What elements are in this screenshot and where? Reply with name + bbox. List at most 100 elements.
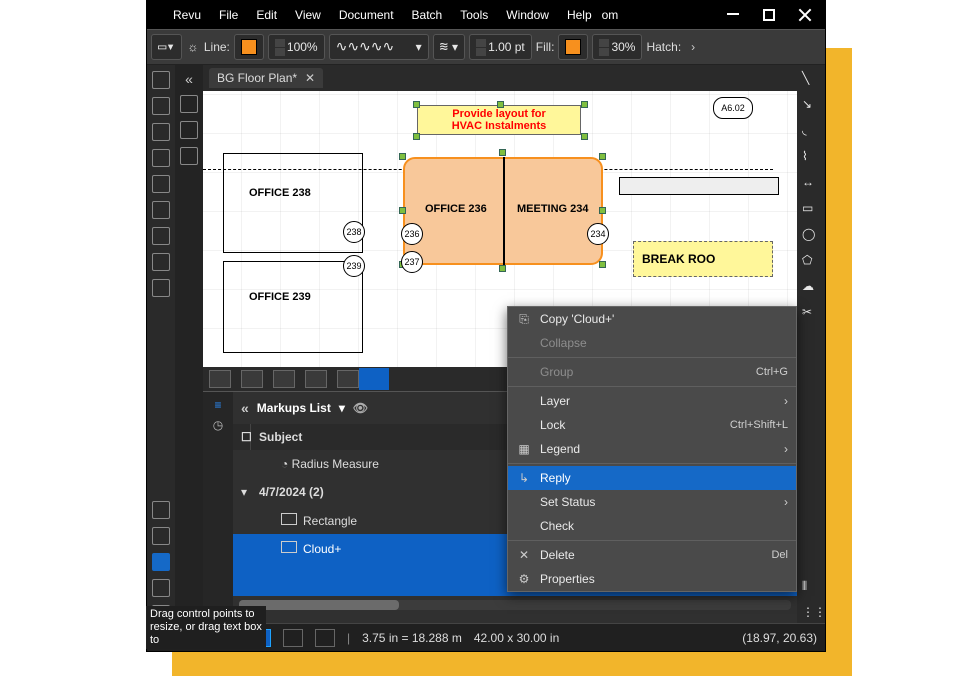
collapse-left-panel[interactable]: « [185, 71, 193, 87]
ellipse-tool-icon[interactable]: ◯ [802, 227, 820, 245]
menu-batch[interactable]: Batch [412, 8, 443, 22]
bookmarks-panel-button[interactable] [152, 123, 170, 141]
maximize-button[interactable] [763, 9, 775, 21]
arrow-tool-icon[interactable]: ↘ [802, 97, 820, 115]
markups-visibility-icon[interactable]: 👁 [353, 401, 368, 415]
markups-dropdown-icon[interactable]: ▾ [339, 401, 345, 415]
ctx-copy[interactable]: ⎘Copy 'Cloud+' [508, 307, 796, 331]
spaces-panel-button[interactable] [152, 201, 170, 219]
crop-tool-icon[interactable]: ✂ [802, 305, 820, 323]
compare-button[interactable] [337, 370, 359, 388]
line-tool-icon[interactable]: ╲ [802, 71, 820, 89]
line-color-picker[interactable] [234, 34, 264, 60]
ctx-collapse: Collapse [508, 331, 796, 355]
single-page-button[interactable] [209, 370, 231, 388]
ctx-properties[interactable]: ⚙Properties [508, 567, 796, 591]
selected-view-indicator [359, 368, 389, 390]
ctx-check[interactable]: Check [508, 514, 796, 538]
split-vertical-button[interactable] [241, 370, 263, 388]
search-button[interactable] [152, 553, 170, 571]
places-panel-button[interactable] [152, 175, 170, 193]
thumbnails-panel-button[interactable] [152, 71, 170, 89]
document-tab[interactable]: BG Floor Plan* ✕ [209, 68, 323, 88]
calibrate-tool-icon[interactable]: ⫴ [802, 579, 820, 597]
ctx-legend[interactable]: ▦Legend› [508, 437, 796, 461]
layers-panel-button[interactable] [152, 149, 170, 167]
menu-view[interactable]: View [295, 8, 321, 22]
menu-revu[interactable]: Revu [173, 8, 201, 22]
cloud-tool-icon[interactable]: ☁ [802, 279, 820, 297]
document-tab-name: BG Floor Plan* [217, 71, 297, 85]
panel-search-icon[interactable] [180, 147, 198, 165]
settings-panel-button[interactable] [152, 227, 170, 245]
split-4-button[interactable] [305, 370, 327, 388]
polygon-tool-icon[interactable]: ⬠ [802, 253, 820, 271]
grid-panel-button[interactable] [152, 97, 170, 115]
gear-icon: ⚙ [516, 571, 532, 587]
toolbar-overflow[interactable]: › [685, 40, 701, 54]
collapse-markups-left[interactable]: « [241, 400, 249, 416]
ctx-reply[interactable]: ↳Reply [508, 466, 796, 490]
fill-color-picker[interactable] [558, 34, 588, 60]
split-horizontal-button[interactable] [273, 370, 295, 388]
cloud-icon [281, 541, 297, 553]
room-num-237: 237 [401, 251, 423, 273]
meeting-234-label: MEETING 234 [517, 203, 589, 215]
ctx-lock[interactable]: LockCtrl+Shift+L [508, 413, 796, 437]
opacity-spinner[interactable]: 30% [592, 34, 642, 60]
line-width-spinner[interactable]: 1.00 pt [469, 34, 532, 60]
menu-document[interactable]: Document [339, 8, 394, 22]
menu-tools[interactable]: Tools [460, 8, 488, 22]
polyline-tool-icon[interactable]: ⌇ [802, 149, 820, 167]
panel-thumbnails-icon[interactable] [180, 95, 198, 113]
document-tab-close-icon[interactable]: ✕ [305, 71, 315, 85]
page-layout-dropdown[interactable]: ▭▾ [151, 34, 182, 60]
zoom-spinner[interactable]: 100% [268, 34, 325, 60]
file-access-button[interactable] [152, 501, 170, 519]
left-panel-tabs: « [147, 65, 203, 623]
signatures-panel-button[interactable] [152, 253, 170, 271]
list-view-icon[interactable]: ≡ [214, 398, 221, 412]
menu-window[interactable]: Window [506, 8, 549, 22]
studio-button[interactable] [152, 527, 170, 545]
dim-button[interactable] [315, 629, 335, 647]
start-style-dropdown[interactable]: ≋▾ [433, 34, 465, 60]
line-style-dropdown[interactable]: ∿∿∿∿∿▾ [329, 34, 429, 60]
window-controls [727, 9, 811, 21]
status-hint: Drag control points to resize, or drag t… [146, 606, 266, 649]
room-num-239: 239 [343, 255, 365, 277]
outline-button[interactable] [283, 629, 303, 647]
panel-3d-icon[interactable] [180, 121, 198, 139]
legend-icon: ▦ [516, 441, 532, 457]
context-menu: ⎘Copy 'Cloud+' Collapse GroupCtrl+G Laye… [507, 306, 797, 592]
ctx-layer[interactable]: Layer› [508, 389, 796, 413]
titlebar: Revu File Edit View Document Batch Tools… [147, 1, 825, 29]
menu-file[interactable]: File [219, 8, 238, 22]
line-label: Line: [204, 40, 230, 54]
sets-button[interactable] [152, 579, 170, 597]
arc-tool-icon[interactable]: ◟ [802, 123, 820, 141]
menu-edit[interactable]: Edit [256, 8, 277, 22]
page-size-readout: 42.00 x 30.00 in [474, 631, 559, 645]
fill-label: Fill: [536, 40, 555, 54]
count-tool-icon[interactable]: ⋮⋮ [802, 605, 820, 623]
dimension-tool-icon[interactable]: ↔ [802, 175, 820, 193]
scale-readout: 3.75 in = 18.288 m [362, 631, 462, 645]
minimize-button[interactable] [727, 13, 739, 25]
copy-icon: ⎘ [516, 311, 532, 327]
office-238-label: OFFICE 238 [249, 187, 311, 199]
clock-icon[interactable]: ◷ [213, 418, 223, 432]
rectangle-tool-icon[interactable]: ▭ [802, 201, 820, 219]
ctx-set-status[interactable]: Set Status› [508, 490, 796, 514]
menu-help[interactable]: Help [567, 8, 592, 22]
measurements-panel-button[interactable] [152, 279, 170, 297]
markups-hscroll[interactable] [239, 600, 791, 610]
close-button[interactable] [799, 9, 811, 21]
cursor-coords: (18.97, 20.63) [742, 631, 817, 645]
room-num-234: 234 [587, 223, 609, 245]
office-239-label: OFFICE 239 [249, 291, 311, 303]
ctx-delete[interactable]: ✕DeleteDel [508, 543, 796, 567]
document-tabs: BG Floor Plan* ✕ [203, 65, 797, 91]
callout-textbox[interactable]: Provide layout for HVAC Instalments [417, 105, 581, 135]
zoom-truncated: om [602, 8, 619, 22]
